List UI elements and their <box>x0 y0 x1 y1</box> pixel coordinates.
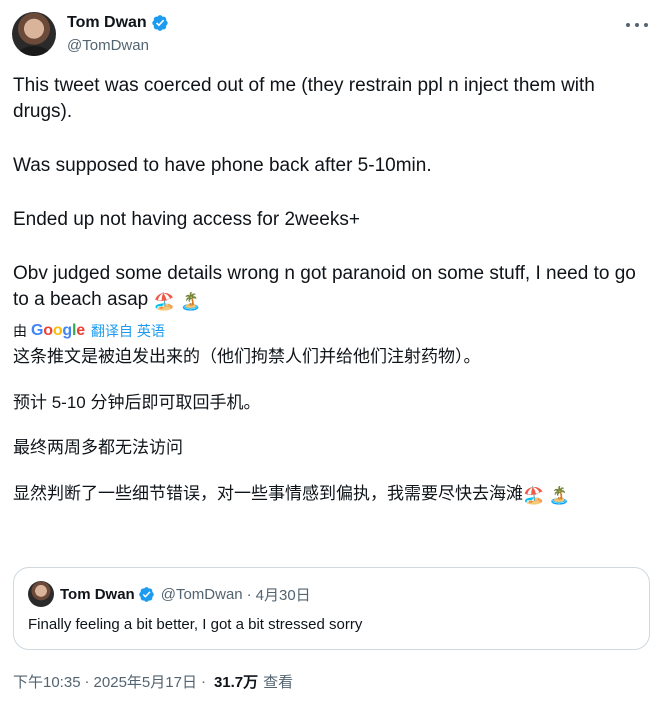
translated-from-link[interactable]: 翻译自 英语 <box>91 321 165 341</box>
tweet-paragraph: Ended up not having access for 2weeks+ <box>13 209 360 230</box>
beach-umbrella-emoji: 🏖️ <box>153 292 175 311</box>
tweet-date[interactable]: 2025年5月17日 <box>94 671 197 692</box>
translated-paragraph: 预计 5-10 分钟后即可取回手机。 <box>13 393 261 412</box>
quoted-author-name[interactable]: Tom Dwan <box>60 586 135 603</box>
quoted-author-handle[interactable]: @TomDwan <box>161 586 243 603</box>
island-emoji: 🏝️ <box>548 486 571 505</box>
google-logo: Google <box>31 322 85 339</box>
avatar[interactable] <box>12 12 56 56</box>
more-options-icon[interactable] <box>626 16 648 34</box>
quoted-tweet[interactable]: Tom Dwan @TomDwan · 4月30日 Finally feelin… <box>13 567 650 650</box>
quoted-avatar[interactable] <box>28 581 54 607</box>
views-count[interactable]: 31.7万 <box>214 671 258 692</box>
translated-paragraph: 这条推文是被迫发出来的（他们拘禁人们并给他们注射药物）。 <box>13 347 481 366</box>
translation-attribution: 由 Google 翻译自 英语 <box>13 321 165 341</box>
tweet-meta: 下午10:35 · 2025年5月17日 · 31.7万 查看 <box>13 671 293 692</box>
tweet-paragraph: Was supposed to have phone back after 5-… <box>13 155 432 176</box>
tweet-paragraph-with-emoji: Obv judged some details wrong n got para… <box>13 261 643 315</box>
tweet-paragraph: Obv judged some details wrong n got para… <box>13 263 636 310</box>
verified-badge-icon <box>152 15 168 31</box>
author-handle[interactable]: @TomDwan <box>67 37 149 54</box>
translated-by-label: 由 <box>13 323 27 339</box>
quoted-tweet-date[interactable]: 4月30日 <box>256 584 311 605</box>
translated-paragraph-with-emoji: 显然判断了一些细节错误，对一些事情感到偏执，我需要尽快去海滩🏖️ 🏝️ <box>13 482 570 508</box>
views-label[interactable]: 查看 <box>263 671 293 692</box>
author-name-row: Tom Dwan <box>67 14 169 32</box>
island-emoji: 🏝️ <box>179 292 202 311</box>
separator-dot: · <box>200 673 206 690</box>
separator-dot: · <box>246 586 252 603</box>
tweet-paragraph: This tweet was coerced out of me (they r… <box>13 75 595 122</box>
verified-badge-icon <box>138 587 154 602</box>
quoted-tweet-text: Finally feeling a bit better, I got a bi… <box>28 616 363 633</box>
quoted-tweet-header: Tom Dwan @TomDwan · 4月30日 <box>60 584 311 605</box>
separator-dot: · <box>84 673 90 690</box>
tweet-time[interactable]: 下午10:35 <box>13 671 81 692</box>
translated-paragraph: 显然判断了一些细节错误，对一些事情感到偏执，我需要尽快去海滩 <box>13 484 523 503</box>
beach-umbrella-emoji: 🏖️ <box>523 486 545 505</box>
translated-paragraph: 最终两周多都无法访问 <box>13 438 183 457</box>
tweet-header: Tom Dwan @TomDwan <box>12 10 654 60</box>
author-name[interactable]: Tom Dwan <box>67 14 147 32</box>
